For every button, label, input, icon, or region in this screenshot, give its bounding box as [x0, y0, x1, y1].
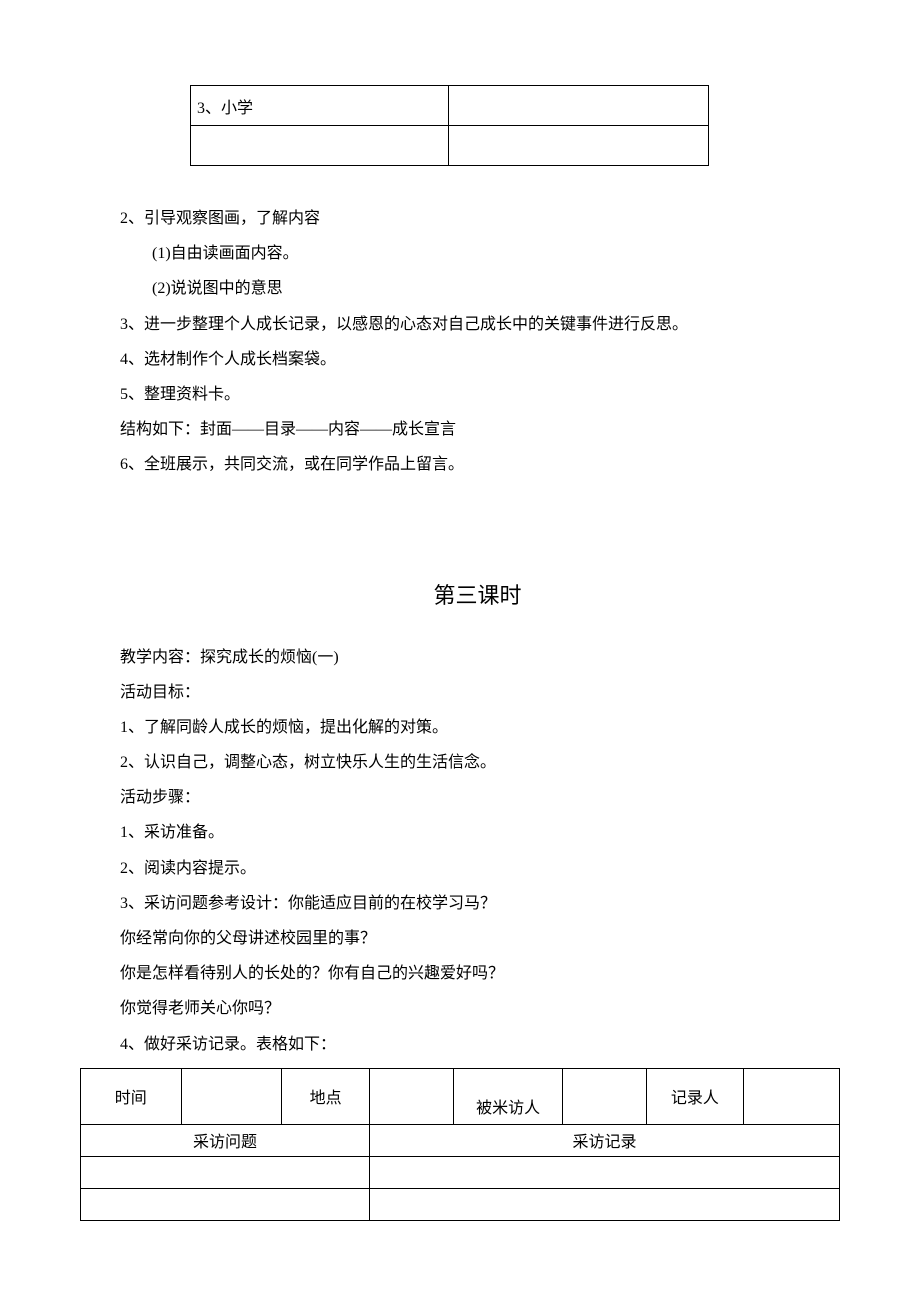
line-4: 4、选材制作个人成长档案袋。: [120, 342, 835, 377]
th-record: 采访记录: [370, 1124, 840, 1156]
line-5: 5、整理资料卡。: [120, 377, 835, 412]
th-recorder-val: [743, 1068, 839, 1124]
step-1: 1、采访准备。: [120, 815, 835, 850]
line-3: 3、进一步整理个人成长记录，以感恩的心态对自己成长中的关键事件进行反思。: [120, 307, 835, 342]
step-4: 4、做好采访记录。表格如下：: [120, 1027, 835, 1062]
activity-steps-label: 活动步骤：: [120, 780, 835, 815]
table1-r1c2: [449, 86, 709, 126]
row2-record: [370, 1188, 840, 1220]
th-interviewee-val: [562, 1068, 646, 1124]
row2-question: [81, 1188, 370, 1220]
line-2: 2、引导观察图画，了解内容: [120, 201, 835, 236]
content-block-1: 2、引导观察图画，了解内容 (1)自由读画面内容。 (2)说说图中的意思 3、进…: [120, 201, 835, 483]
growth-stage-table: 3、小学: [190, 85, 709, 166]
th-interviewee: 被米访人: [454, 1068, 562, 1124]
activity-goal-label: 活动目标：: [120, 675, 835, 710]
table1-r2c2: [449, 126, 709, 166]
table1-r1c1: 3、小学: [191, 86, 449, 126]
goal-2: 2、认识自己，调整心态，树立快乐人生的生活信念。: [120, 745, 835, 780]
row1-question: [81, 1156, 370, 1188]
th-time: 时间: [81, 1068, 182, 1124]
table1-r2c1: [191, 126, 449, 166]
line-2-2: (2)说说图中的意思: [120, 271, 835, 306]
question-3: 你觉得老师关心你吗？: [120, 991, 835, 1026]
th-time-val: [181, 1068, 282, 1124]
row1-record: [370, 1156, 840, 1188]
th-question: 采访问题: [81, 1124, 370, 1156]
th-place: 地点: [282, 1068, 370, 1124]
section-title: 第三课时: [120, 578, 835, 610]
lesson-content: 教学内容：探究成长的烦恼(一): [120, 640, 835, 675]
interview-record-table: 时间 地点 被米访人 记录人 采访问题 采访记录: [80, 1068, 840, 1221]
th-recorder: 记录人: [647, 1068, 743, 1124]
question-2: 你是怎样看待别人的长处的？你有自己的兴趣爱好吗？: [120, 956, 835, 991]
content-block-2: 教学内容：探究成长的烦恼(一) 活动目标： 1、了解同龄人成长的烦恼，提出化解的…: [120, 640, 835, 1062]
step-3: 3、采访问题参考设计：你能适应目前的在校学习马？: [120, 886, 835, 921]
line-6: 6、全班展示，共同交流，或在同学作品上留言。: [120, 447, 835, 482]
question-1: 你经常向你的父母讲述校园里的事？: [120, 921, 835, 956]
goal-1: 1、了解同龄人成长的烦恼，提出化解的对策。: [120, 710, 835, 745]
line-2-1: (1)自由读画面内容。: [120, 236, 835, 271]
th-place-val: [370, 1068, 454, 1124]
step-2: 2、阅读内容提示。: [120, 851, 835, 886]
line-structure: 结构如下：封面——目录——内容——成长宣言: [120, 412, 835, 447]
